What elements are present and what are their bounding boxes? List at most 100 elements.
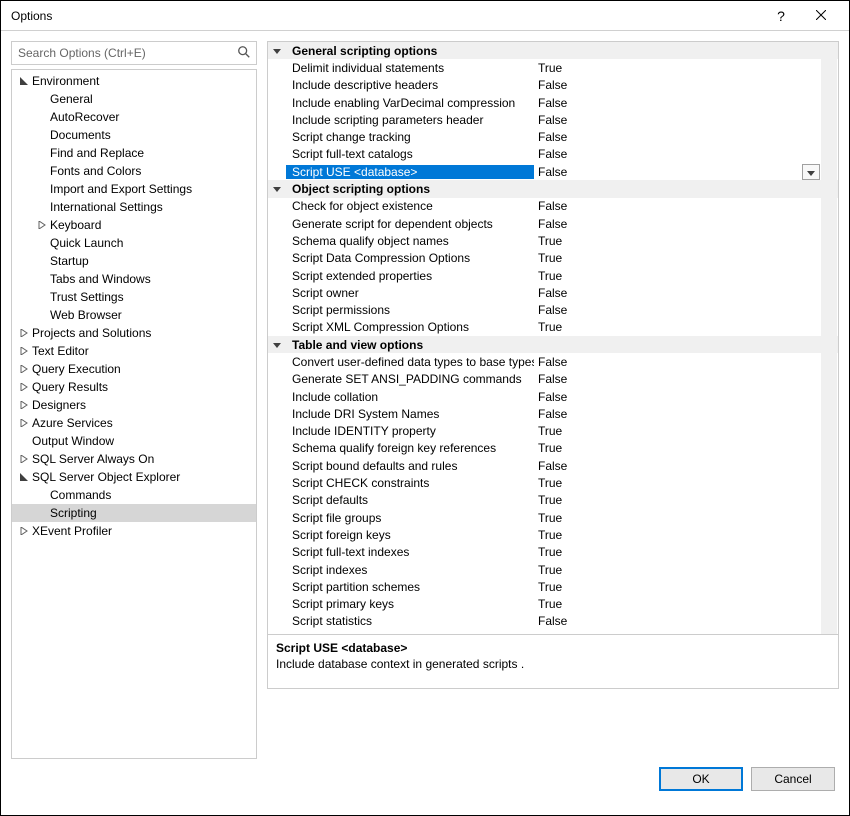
chevron-collapsed-icon[interactable] [18, 345, 30, 357]
property-value[interactable]: False [534, 199, 838, 213]
property-row[interactable]: Script ownerFalse [268, 284, 838, 301]
property-row[interactable]: Script permissionsFalse [268, 301, 838, 318]
tree-item[interactable]: Import and Export Settings [12, 180, 256, 198]
tree-item[interactable]: Designers [12, 396, 256, 414]
chevron-down-icon[interactable] [268, 341, 286, 349]
tree-item[interactable]: Output Window [12, 432, 256, 450]
property-row[interactable]: Schema qualify foreign key referencesTru… [268, 440, 838, 457]
chevron-collapsed-icon[interactable] [18, 399, 30, 411]
property-value[interactable]: True [534, 234, 838, 248]
property-value[interactable]: True [534, 597, 838, 611]
chevron-collapsed-icon[interactable] [18, 453, 30, 465]
cancel-button[interactable]: Cancel [751, 767, 835, 791]
property-row[interactable]: Script USE <database>False [268, 163, 838, 180]
property-value[interactable]: False [534, 165, 838, 179]
close-button[interactable] [801, 2, 841, 30]
property-row[interactable]: Script statisticsFalse [268, 613, 838, 630]
property-row[interactable]: Include descriptive headersFalse [268, 77, 838, 94]
property-value[interactable]: True [534, 251, 838, 265]
property-row[interactable]: Script partition schemesTrue [268, 578, 838, 595]
property-row[interactable]: Convert user-defined data types to base … [268, 353, 838, 370]
chevron-down-icon[interactable] [268, 47, 286, 55]
property-value[interactable]: False [534, 286, 838, 300]
chevron-collapsed-icon[interactable] [18, 525, 30, 537]
property-value[interactable]: True [534, 424, 838, 438]
property-category[interactable]: Table and view options [268, 336, 838, 353]
tree-item[interactable]: Azure Services [12, 414, 256, 432]
tree-item[interactable]: Query Results [12, 378, 256, 396]
chevron-expanded-icon[interactable] [18, 471, 30, 483]
help-button[interactable]: ? [761, 2, 801, 30]
tree-item[interactable]: Trust Settings [12, 288, 256, 306]
tree-item[interactable]: International Settings [12, 198, 256, 216]
chevron-collapsed-icon[interactable] [18, 381, 30, 393]
property-row[interactable]: Script Data Compression OptionsTrue [268, 250, 838, 267]
tree-item[interactable]: General [12, 90, 256, 108]
property-row[interactable]: Script primary keysTrue [268, 596, 838, 613]
property-row[interactable]: Include collationFalse [268, 388, 838, 405]
tree-item[interactable]: Documents [12, 126, 256, 144]
property-row[interactable]: Generate script for dependent objectsFal… [268, 215, 838, 232]
property-value[interactable]: False [534, 614, 838, 628]
property-value[interactable]: False [534, 355, 838, 369]
tree-item[interactable]: XEvent Profiler [12, 522, 256, 540]
property-row[interactable]: Script foreign keysTrue [268, 526, 838, 543]
property-value[interactable]: True [534, 61, 838, 75]
property-row[interactable]: Script XML Compression OptionsTrue [268, 319, 838, 336]
property-row[interactable]: Script bound defaults and rulesFalse [268, 457, 838, 474]
chevron-collapsed-icon[interactable] [18, 327, 30, 339]
property-value[interactable]: False [534, 632, 838, 634]
property-value[interactable]: False [534, 96, 838, 110]
tree-item[interactable]: Fonts and Colors [12, 162, 256, 180]
property-value[interactable]: False [534, 78, 838, 92]
chevron-collapsed-icon[interactable] [36, 219, 48, 231]
property-row[interactable]: Check for object existenceFalse [268, 198, 838, 215]
property-value[interactable]: True [534, 580, 838, 594]
property-value[interactable]: True [534, 563, 838, 577]
tree-item[interactable]: Commands [12, 486, 256, 504]
property-grid[interactable]: General scripting optionsDelimit individ… [268, 42, 838, 634]
property-row[interactable]: Script CHECK constraintsTrue [268, 474, 838, 491]
tree-item[interactable]: Projects and Solutions [12, 324, 256, 342]
property-value[interactable]: False [534, 130, 838, 144]
property-row[interactable]: Include scripting parameters headerFalse [268, 111, 838, 128]
property-value[interactable]: True [534, 269, 838, 283]
property-category[interactable]: Object scripting options [268, 180, 838, 197]
property-row[interactable]: Generate SET ANSI_PADDING commandsFalse [268, 371, 838, 388]
chevron-collapsed-icon[interactable] [18, 363, 30, 375]
tree-item[interactable]: Keyboard [12, 216, 256, 234]
tree-item[interactable]: Find and Replace [12, 144, 256, 162]
property-value[interactable]: True [534, 320, 838, 334]
property-row[interactable]: Script indexesTrue [268, 561, 838, 578]
tree-item[interactable]: Text Editor [12, 342, 256, 360]
property-value[interactable]: False [534, 113, 838, 127]
property-row[interactable]: Include IDENTITY propertyTrue [268, 423, 838, 440]
property-value[interactable]: True [534, 528, 838, 542]
tree-item[interactable]: Quick Launch [12, 234, 256, 252]
property-row[interactable]: Script file groupsTrue [268, 509, 838, 526]
property-value[interactable]: False [534, 147, 838, 161]
tree-item[interactable]: Environment [12, 72, 256, 90]
tree-item[interactable]: SQL Server Always On [12, 450, 256, 468]
property-value[interactable]: True [534, 493, 838, 507]
property-row[interactable]: Include DRI System NamesFalse [268, 405, 838, 422]
chevron-down-icon[interactable] [268, 185, 286, 193]
property-value[interactable]: True [534, 476, 838, 490]
options-tree[interactable]: EnvironmentGeneralAutoRecoverDocumentsFi… [11, 69, 257, 759]
property-row[interactable]: Include enabling VarDecimal compressionF… [268, 94, 838, 111]
property-value[interactable]: True [534, 511, 838, 525]
property-row[interactable]: Script change trackingFalse [268, 128, 838, 145]
property-value[interactable]: False [534, 372, 838, 386]
tree-item[interactable]: Startup [12, 252, 256, 270]
property-value[interactable]: False [534, 303, 838, 317]
property-value[interactable]: False [534, 459, 838, 473]
tree-item[interactable]: Scripting [12, 504, 256, 522]
property-value[interactable]: False [534, 407, 838, 421]
property-value[interactable]: True [534, 545, 838, 559]
chevron-expanded-icon[interactable] [18, 75, 30, 87]
tree-item[interactable]: Web Browser [12, 306, 256, 324]
tree-item[interactable]: Tabs and Windows [12, 270, 256, 288]
dropdown-button[interactable] [802, 164, 820, 180]
property-row[interactable]: Script full-text catalogsFalse [268, 146, 838, 163]
tree-item[interactable]: SQL Server Object Explorer [12, 468, 256, 486]
